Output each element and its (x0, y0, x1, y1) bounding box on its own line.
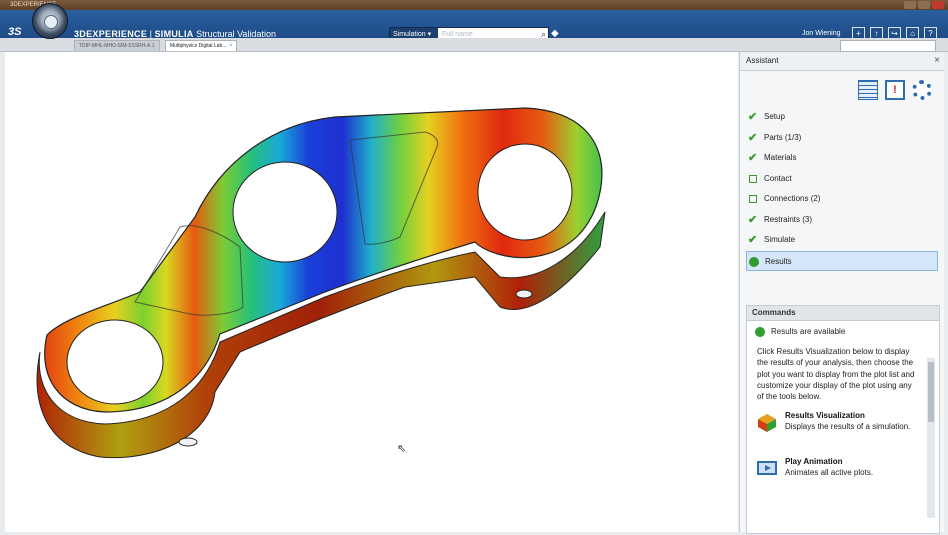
assistant-header: Assistant × (740, 52, 944, 71)
tab-bar-filler (840, 40, 936, 52)
results-visualization-icon (758, 414, 776, 433)
status-dot-icon (755, 327, 765, 337)
workflow-steps: ✔ Setup ✔ Parts (1/3) ✔ Materials Contact C… (746, 107, 938, 271)
command-title: Results Visualization (785, 411, 865, 421)
checkbox-icon (749, 174, 757, 183)
tab-project[interactable]: TDIP-MHL-MHO-SIM-SSSRH-A.1 (74, 40, 160, 51)
commands-description: Click Results Visualization below to dis… (757, 347, 915, 402)
ds-logo-icon: 3S (8, 26, 22, 38)
check-icon: ✔ (748, 131, 758, 144)
assistant-panel: Assistant × ! ✔ Setup ✔ Parts (1/3) ✔ Mater… (739, 52, 944, 534)
app-window: 3DEXPERIENCE 3S 3DEXPERIENCE | SIMULIA S… (0, 0, 948, 535)
commands-section: Commands Results are available Click Res… (746, 305, 940, 534)
alert-icon[interactable]: ! (885, 80, 905, 100)
compass-center (44, 15, 58, 29)
close-tab-icon[interactable]: × (229, 43, 232, 49)
step-restraints[interactable]: ✔ Restraints (3) (746, 210, 938, 231)
step-label: Parts (1/3) (764, 132, 802, 142)
play-animation-icon (757, 461, 777, 476)
check-icon: ✔ (748, 111, 758, 123)
check-icon: ✔ (748, 213, 758, 226)
check-icon: ✔ (748, 234, 758, 246)
tab-bar: TDIP-MHL-MHO-SIM-SSSRH-A.1 Multiphysics … (0, 38, 948, 52)
step-setup[interactable]: ✔ Setup (746, 107, 938, 128)
tab-label: Multiphysics Digital Lab... (170, 43, 227, 49)
step-parts[interactable]: ✔ Parts (1/3) (746, 128, 938, 149)
status-text: Results are available (771, 327, 846, 336)
app-header: 3S 3DEXPERIENCE | SIMULIA Structural Val… (0, 10, 948, 42)
step-label: Results (765, 256, 792, 266)
assistant-title: Assistant (746, 56, 779, 65)
settings-icon[interactable] (912, 80, 932, 100)
checkbox-icon (749, 195, 757, 203)
step-materials[interactable]: ✔ Materials (746, 148, 938, 169)
step-connections[interactable]: Connections (2) (746, 189, 938, 210)
command-title: Play Animation (785, 457, 843, 467)
commands-title: Commands (747, 306, 939, 321)
step-contact[interactable]: Contact (746, 169, 938, 190)
step-label: Contact (764, 173, 792, 183)
status-dot-icon (749, 256, 759, 267)
command-description: Animates all active plots. (785, 468, 874, 478)
step-label: Simulate (764, 235, 796, 244)
stress-contour-model[interactable] (5, 52, 738, 532)
step-label: Materials (764, 153, 797, 162)
close-window-button[interactable] (932, 1, 944, 9)
step-label: Setup (764, 112, 785, 121)
results-visualization-command[interactable]: Results Visualization Displays the resul… (747, 410, 939, 448)
os-title-bar: 3DEXPERIENCE (0, 0, 948, 10)
compass-icon[interactable] (32, 3, 68, 39)
tab-label: TDIP-MHL-MHO-SIM-SSSRH-A.1 (79, 43, 155, 49)
table-icon[interactable] (858, 80, 878, 100)
command-description: Displays the results of a simulation. (785, 422, 911, 432)
close-icon[interactable]: × (934, 52, 940, 70)
mouse-cursor: ⇖ (397, 443, 407, 455)
step-label: Connections (2) (764, 194, 821, 203)
play-animation-command[interactable]: Play Animation Animates all active plots… (747, 456, 939, 494)
3d-viewport[interactable]: ⇖ (5, 52, 738, 532)
step-label: Restraints (3) (764, 214, 813, 224)
minimize-button[interactable] (904, 1, 916, 9)
maximize-button[interactable] (918, 1, 930, 9)
scrollbar-thumb[interactable] (928, 362, 934, 422)
step-results[interactable]: Results (746, 250, 938, 271)
commands-scrollbar[interactable] (927, 358, 935, 518)
step-simulate[interactable]: ✔ Simulate (746, 230, 938, 251)
tab-multiphysics-lab[interactable]: Multiphysics Digital Lab... × (165, 40, 238, 51)
check-icon: ✔ (748, 152, 758, 164)
results-status: Results are available (747, 321, 939, 343)
